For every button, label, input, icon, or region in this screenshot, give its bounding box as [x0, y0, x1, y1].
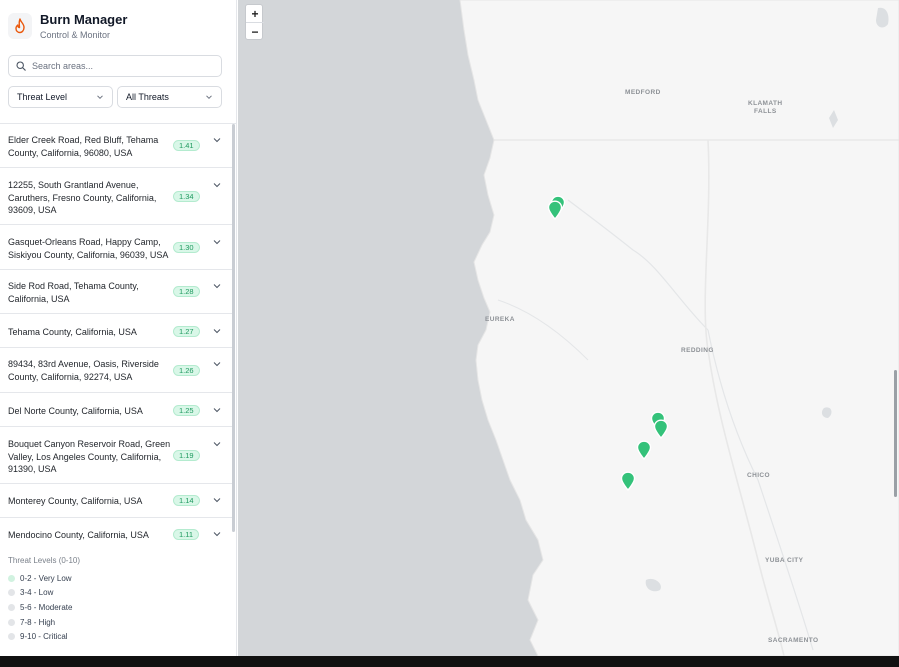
legend-item: 5-6 - Moderate: [8, 600, 80, 615]
area-item[interactable]: Side Rod Road, Tehama County, California…: [0, 270, 233, 314]
area-item-title: Gasquet-Orleans Road, Happy Camp, Siskiy…: [8, 237, 169, 260]
land-area: [459, 0, 899, 656]
zoom-out-button[interactable]: −: [246, 23, 264, 41]
map-marker[interactable]: [547, 200, 563, 220]
map-scrollbar[interactable]: [894, 370, 897, 497]
area-item-title: Del Norte County, California, USA: [8, 406, 143, 416]
legend-swatch: [8, 589, 15, 597]
chevron-down-icon[interactable]: [212, 135, 222, 145]
legend-label: 9-10 - Critical: [20, 632, 68, 642]
area-item[interactable]: 12255, South Grantland Avenue, Caruthers…: [0, 168, 233, 225]
threat-score-badge: 1.14: [173, 495, 200, 506]
legend-title: Threat Levels (0-10): [8, 556, 81, 565]
city-label: KLAMATH: [748, 100, 783, 107]
map-view[interactable]: + − MEDFORD KLAMATH FALLS EUREKA REDDING…: [238, 0, 899, 656]
legend-swatch: [8, 618, 15, 626]
threat-score-badge: 1.11: [173, 529, 200, 540]
list-scrollbar[interactable]: [232, 124, 235, 532]
chevron-down-icon[interactable]: [212, 359, 222, 369]
chevron-down-icon[interactable]: [212, 439, 222, 449]
chevron-down-icon[interactable]: [212, 529, 222, 539]
app: Burn Manager Control & Monitor Threat Le…: [0, 0, 899, 656]
area-item[interactable]: Gasquet-Orleans Road, Happy Camp, Siskiy…: [0, 225, 233, 270]
map-marker[interactable]: [620, 471, 636, 491]
area-item[interactable]: Elder Creek Road, Red Bluff, Tehama Coun…: [0, 124, 233, 168]
legend-label: 5-6 - Moderate: [20, 602, 73, 612]
threat-score-badge: 1.28: [173, 286, 200, 297]
threat-type-select[interactable]: All Threats: [117, 86, 222, 108]
threat-level-select-value: Threat Level: [17, 92, 68, 102]
search-icon: [16, 61, 26, 71]
zoom-in-button[interactable]: +: [246, 5, 264, 23]
map-marker[interactable]: [636, 440, 652, 460]
chevron-down-icon[interactable]: [212, 495, 222, 505]
map-marker[interactable]: [653, 419, 669, 439]
threat-score-badge: 1.41: [173, 140, 200, 151]
chevron-down-icon[interactable]: [212, 326, 222, 336]
chevron-down-icon[interactable]: [212, 180, 222, 190]
area-item[interactable]: Bouquet Canyon Reservoir Road, Green Val…: [0, 427, 233, 484]
legend-label: 7-8 - High: [20, 617, 56, 627]
legend-label: 0-2 - Very Low: [20, 573, 72, 583]
city-label: REDDING: [681, 347, 714, 354]
chevron-down-icon[interactable]: [212, 237, 222, 247]
city-label: MEDFORD: [625, 89, 661, 96]
city-label: CHICO: [747, 472, 770, 479]
threat-score-badge: 1.30: [173, 242, 200, 253]
legend-item: 7-8 - High: [8, 615, 80, 630]
search-input[interactable]: [32, 61, 212, 71]
area-item-title: Mendocino County, California, USA: [8, 530, 149, 540]
city-label: SACRAMENTO: [768, 637, 819, 644]
legend-item: 0-2 - Very Low: [8, 571, 80, 586]
chevron-down-icon: [97, 95, 103, 100]
area-item[interactable]: Tehama County, California, USA 1.27: [0, 314, 233, 348]
threat-score-badge: 1.19: [173, 450, 200, 461]
threat-legend: Threat Levels (0-10) 0-2 - Very Low 3-4 …: [8, 556, 80, 644]
legend-item: 3-4 - Low: [8, 586, 80, 601]
area-item-title: 89434, 83rd Avenue, Oasis, Riverside Cou…: [8, 359, 159, 382]
legend-swatch: [8, 633, 15, 641]
area-item[interactable]: Monterey County, California, USA 1.14: [0, 484, 233, 518]
legend-swatch: [8, 574, 15, 582]
legend-swatch: [8, 603, 15, 611]
threat-score-badge: 1.27: [173, 326, 200, 337]
area-item[interactable]: Del Norte County, California, USA 1.25: [0, 393, 233, 427]
area-item-title: Bouquet Canyon Reservoir Road, Green Val…: [8, 439, 171, 474]
city-label: YUBA CITY: [765, 557, 804, 564]
legend-label: 3-4 - Low: [20, 588, 54, 598]
area-item-title: Elder Creek Road, Red Bluff, Tehama Coun…: [8, 135, 159, 158]
area-item[interactable]: 89434, 83rd Avenue, Oasis, Riverside Cou…: [0, 348, 233, 393]
legend-item: 9-10 - Critical: [8, 629, 80, 644]
threat-score-badge: 1.34: [173, 191, 200, 202]
threat-score-badge: 1.25: [173, 405, 200, 416]
threat-level-select[interactable]: Threat Level: [8, 86, 113, 108]
app-title: Burn Manager: [40, 12, 128, 27]
threat-type-select-value: All Threats: [126, 92, 169, 102]
area-list: Elder Creek Road, Red Bluff, Tehama Coun…: [0, 123, 237, 541]
area-item[interactable]: Mendocino County, California, USA 1.11: [0, 518, 233, 541]
chevron-down-icon: [206, 95, 212, 100]
flame-icon: [8, 13, 32, 39]
app-subtitle: Control & Monitor: [40, 30, 111, 40]
brand: Burn Manager Control & Monitor: [8, 12, 127, 40]
area-item-title: 12255, South Grantland Avenue, Caruthers…: [8, 180, 157, 215]
search-box[interactable]: [8, 55, 222, 77]
city-label: EUREKA: [485, 316, 515, 323]
sidebar: Burn Manager Control & Monitor Threat Le…: [0, 0, 237, 656]
chevron-down-icon[interactable]: [212, 281, 222, 291]
zoom-control: + −: [245, 4, 264, 41]
area-item-title: Monterey County, California, USA: [8, 496, 143, 506]
area-item-title: Side Rod Road, Tehama County, California…: [8, 281, 139, 304]
city-label: FALLS: [754, 108, 777, 115]
chevron-down-icon[interactable]: [212, 405, 222, 415]
area-item-title: Tehama County, California, USA: [8, 327, 137, 337]
threat-score-badge: 1.26: [173, 365, 200, 376]
